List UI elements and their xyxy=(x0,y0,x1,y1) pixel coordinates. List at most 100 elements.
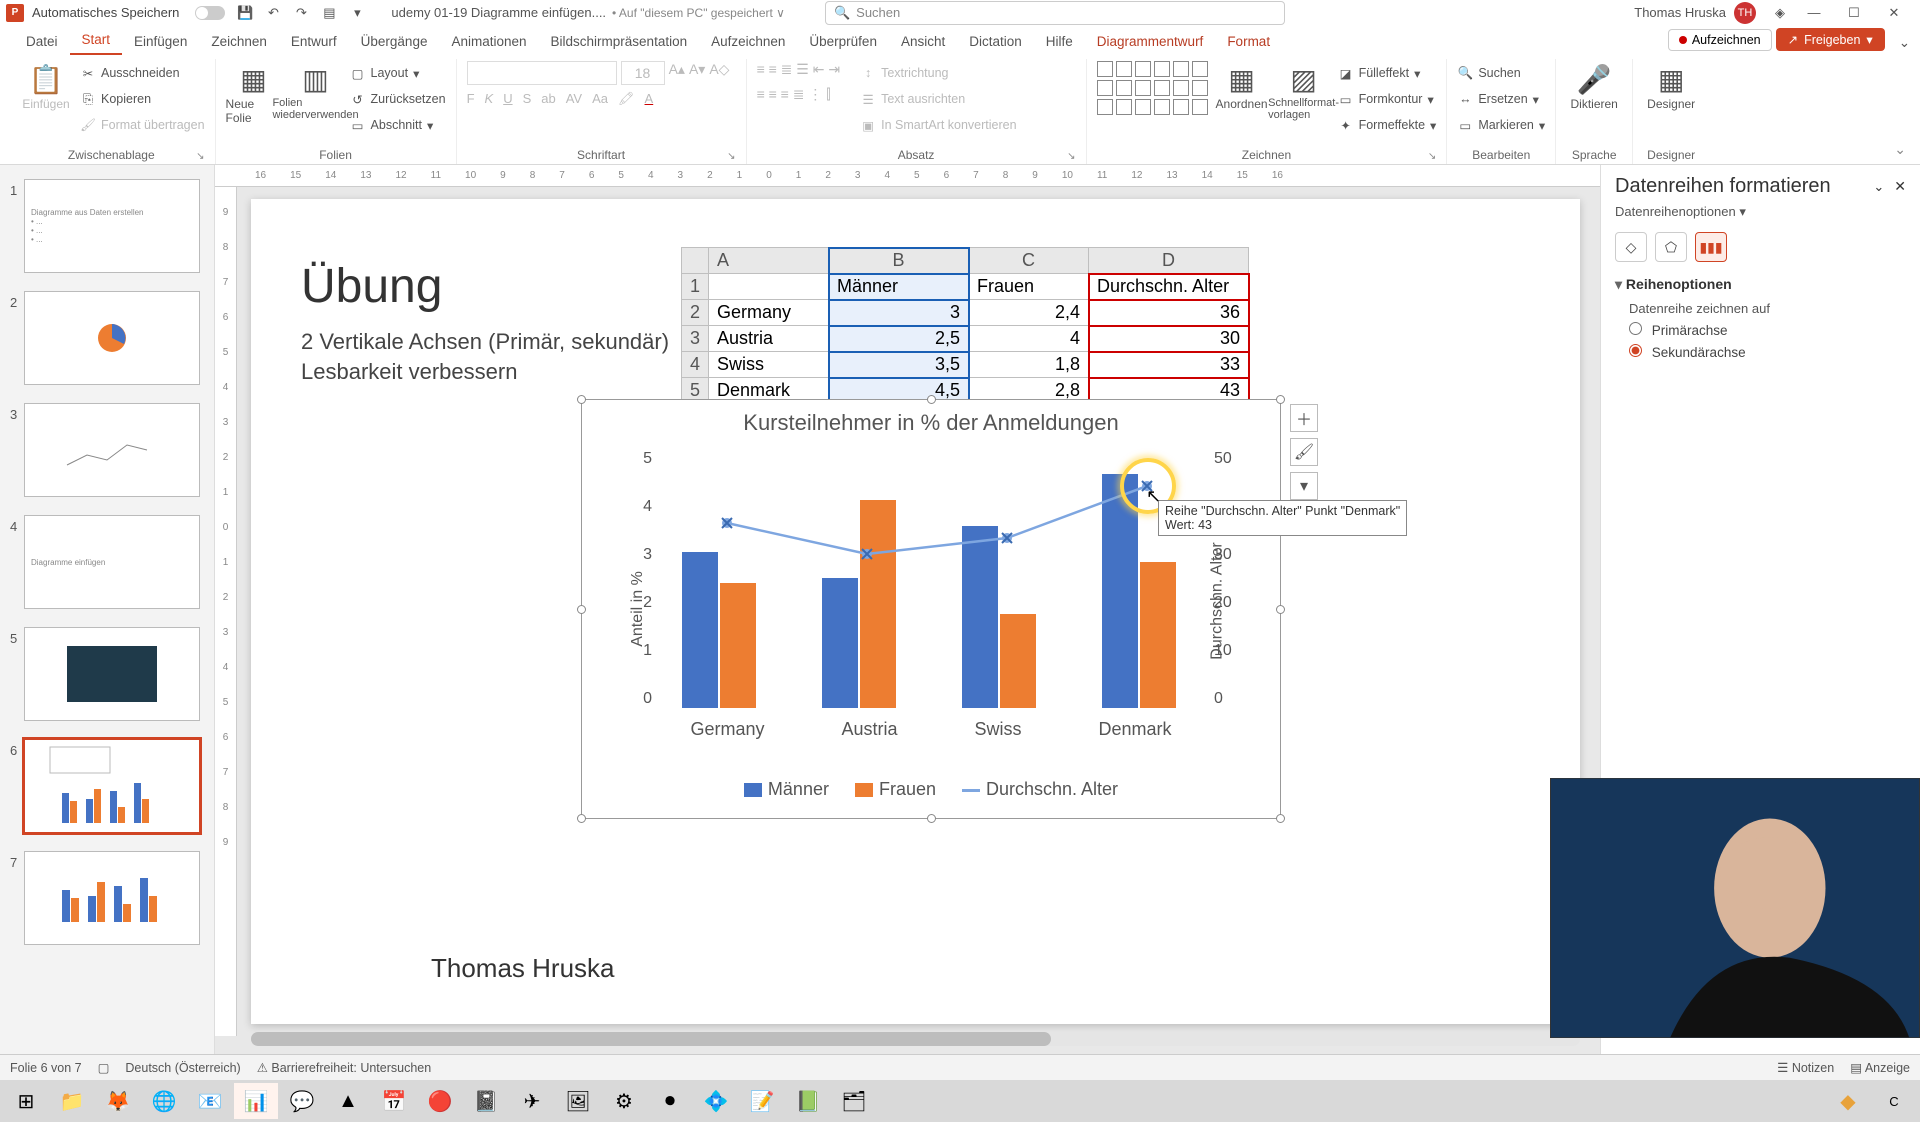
opt-primary-axis[interactable]: Primärachse xyxy=(1629,322,1906,338)
dialog-launcher-icon[interactable]: ↘ xyxy=(727,151,735,162)
excel-icon[interactable]: 📗 xyxy=(786,1083,830,1119)
app-icon[interactable]: 💬 xyxy=(280,1083,324,1119)
highlight-icon[interactable]: 🖍 xyxy=(618,91,635,107)
select-button[interactable]: ▭Markieren ▾ xyxy=(1457,113,1545,137)
obs-icon[interactable]: ⚙ xyxy=(602,1083,646,1119)
thumb-5[interactable] xyxy=(24,627,200,721)
chart-styles-button[interactable]: 🖌 xyxy=(1290,438,1318,466)
tab-ueberpruefen[interactable]: Überprüfen xyxy=(797,28,889,55)
scrollbar-thumb[interactable] xyxy=(251,1032,1051,1046)
bar-denmark-f[interactable] xyxy=(1140,562,1176,708)
pane-series-icon[interactable]: ▮▮▮ xyxy=(1695,232,1727,262)
font-size-combo[interactable]: 18 xyxy=(621,61,665,85)
onenote-icon[interactable]: 📓 xyxy=(464,1083,508,1119)
tab-format[interactable]: Format xyxy=(1215,28,1282,55)
tab-animationen[interactable]: Animationen xyxy=(439,28,538,55)
tab-datei[interactable]: Datei xyxy=(14,28,70,55)
chart-filters-button[interactable]: ▾ xyxy=(1290,472,1318,500)
bold-icon[interactable]: F xyxy=(467,91,475,107)
bar-germany-f[interactable] xyxy=(720,583,756,708)
effects-button[interactable]: ✦Formeffekte ▾ xyxy=(1338,113,1437,137)
smartart-button[interactable]: ▣In SmartArt konvertieren xyxy=(860,113,1016,137)
autosave-toggle[interactable] xyxy=(195,6,225,20)
tab-dictation[interactable]: Dictation xyxy=(957,28,1034,55)
underline-icon[interactable]: U xyxy=(503,91,512,107)
thumb-6[interactable] xyxy=(24,739,200,833)
data-table[interactable]: A B C D 1 Männer Frauen Durchschn. Alter… xyxy=(681,247,1249,404)
dialog-launcher-icon[interactable]: ↘ xyxy=(196,151,204,162)
vlc-icon[interactable]: ▲ xyxy=(326,1083,370,1119)
thumb-1[interactable]: Diagramme aus Daten erstellen• ...• ...•… xyxy=(24,179,200,273)
tab-einfuegen[interactable]: Einfügen xyxy=(122,28,199,55)
dictate-button[interactable]: 🎤Diktieren xyxy=(1566,61,1622,111)
tab-diagrammentwurf[interactable]: Diagrammentwurf xyxy=(1085,28,1216,55)
slide-canvas[interactable]: 1615141312111098765432101234567891011121… xyxy=(215,165,1600,1054)
replace-button[interactable]: ↔Ersetzen ▾ xyxy=(1457,87,1545,111)
arrange-button[interactable]: ▦Anordnen xyxy=(1214,61,1270,111)
align-text-button[interactable]: ☰Text ausrichten xyxy=(860,87,1016,111)
shadow-icon[interactable]: ab xyxy=(541,91,555,107)
undo-icon[interactable]: ↶ xyxy=(264,4,282,22)
slide-title[interactable]: Übung xyxy=(301,259,442,314)
app-icon-2[interactable]: 📅 xyxy=(372,1083,416,1119)
quick-styles-button[interactable]: ▨Schnellformat-vorlagen xyxy=(1276,61,1332,121)
saved-location[interactable]: • Auf "diesem PC" gespeichert ∨ xyxy=(612,6,785,20)
close-icon[interactable]: ✕ xyxy=(1874,1,1914,25)
tray-text[interactable]: C xyxy=(1872,1083,1916,1119)
record-button[interactable]: Aufzeichnen xyxy=(1668,29,1772,51)
user-name[interactable]: Thomas Hruska xyxy=(1634,5,1726,20)
chart-title[interactable]: Kursteilnehmer in % der Anmeldungen xyxy=(582,400,1280,436)
thumb-4[interactable]: Diagramme einfügen xyxy=(24,515,200,609)
chevron-down-icon[interactable]: ▾ xyxy=(1739,204,1746,219)
app-icon-5[interactable]: ⏺ xyxy=(648,1083,692,1119)
reuse-slides-button[interactable]: ▥Folien wiederverwenden xyxy=(288,61,344,121)
chart-object[interactable]: Kursteilnehmer in % der Anmeldungen Ante… xyxy=(581,399,1281,819)
slide-author[interactable]: Thomas Hruska xyxy=(431,953,615,984)
status-language[interactable]: Deutsch (Österreich) xyxy=(125,1061,240,1075)
font-family-combo[interactable] xyxy=(467,61,617,85)
chart-elements-button[interactable]: ＋ xyxy=(1290,404,1318,432)
qat-more-icon[interactable]: ▾ xyxy=(348,4,366,22)
taskbar[interactable]: ⊞ 📁 🦊 🌐 📧 📊 💬 ▲ 📅 🔴 📓 ✈ 🖼 ⚙ ⏺ 💠 📝 📗 🗂 ◆ … xyxy=(0,1080,1920,1122)
slide-thumbnails[interactable]: 1Diagramme aus Daten erstellen• ...• ...… xyxy=(0,165,215,1054)
fill-button[interactable]: ◪Fülleffekt ▾ xyxy=(1338,61,1437,85)
layout-button[interactable]: ▢Layout ▾ xyxy=(350,61,446,85)
status-accessibility[interactable]: ⚠ Barrierefreiheit: Untersuchen xyxy=(257,1060,431,1075)
opt-secondary-axis[interactable]: Sekundärachse xyxy=(1629,344,1906,360)
outlook-icon[interactable]: 📧 xyxy=(188,1083,232,1119)
line-series[interactable] xyxy=(652,450,952,600)
tray-icon[interactable]: ◆ xyxy=(1826,1083,1870,1119)
tab-ansicht[interactable]: Ansicht xyxy=(889,28,957,55)
case-icon[interactable]: Aa xyxy=(592,91,608,107)
status-display-button[interactable]: ▤ Anzeige xyxy=(1850,1060,1910,1075)
italic-icon[interactable]: K xyxy=(485,91,494,107)
diamond-icon[interactable]: ◈ xyxy=(1771,4,1789,22)
telegram-icon[interactable]: ✈ xyxy=(510,1083,554,1119)
powerpoint-taskbar-icon[interactable]: 📊 xyxy=(234,1083,278,1119)
ribbon-options-icon[interactable]: ⌄ xyxy=(1888,135,1912,164)
pane-close-icon[interactable]: ✕ xyxy=(1894,178,1906,195)
ribbon-collapse-icon[interactable]: ⌄ xyxy=(1899,35,1910,51)
font-color-icon[interactable]: A xyxy=(645,91,654,107)
explorer-icon[interactable]: 📁 xyxy=(50,1083,94,1119)
tab-bildschirm[interactable]: Bildschirmpräsentation xyxy=(539,28,700,55)
bar-swiss-m[interactable] xyxy=(962,526,998,708)
minimize-icon[interactable]: — xyxy=(1794,1,1834,25)
slideshow-icon[interactable]: ▤ xyxy=(320,4,338,22)
format-painter-button[interactable]: 🖌Format übertragen xyxy=(80,113,205,137)
status-slide-count[interactable]: Folie 6 von 7 xyxy=(10,1061,82,1075)
tab-aufzeichnen[interactable]: Aufzeichnen xyxy=(699,28,797,55)
pane-fill-icon[interactable]: ◇ xyxy=(1615,232,1647,262)
slide-subtitle-1[interactable]: 2 Vertikale Achsen (Primär, sekundär) xyxy=(301,329,669,355)
paste-button[interactable]: 📋Einfügen xyxy=(18,61,74,111)
tab-hilfe[interactable]: Hilfe xyxy=(1034,28,1085,55)
status-notes-button[interactable]: ☰ Notizen xyxy=(1777,1060,1834,1075)
save-icon[interactable]: 💾 xyxy=(236,4,254,22)
word-icon[interactable]: 📝 xyxy=(740,1083,784,1119)
reset-button[interactable]: ↺Zurücksetzen xyxy=(350,87,446,111)
text-direction-button[interactable]: ↕Textrichtung xyxy=(860,61,1016,85)
tab-start[interactable]: Start xyxy=(70,26,123,55)
slide-subtitle-2[interactable]: Lesbarkeit verbessern xyxy=(301,359,517,385)
pane-section-header[interactable]: Reihenoptionen xyxy=(1615,276,1906,293)
firefox-icon[interactable]: 🦊 xyxy=(96,1083,140,1119)
